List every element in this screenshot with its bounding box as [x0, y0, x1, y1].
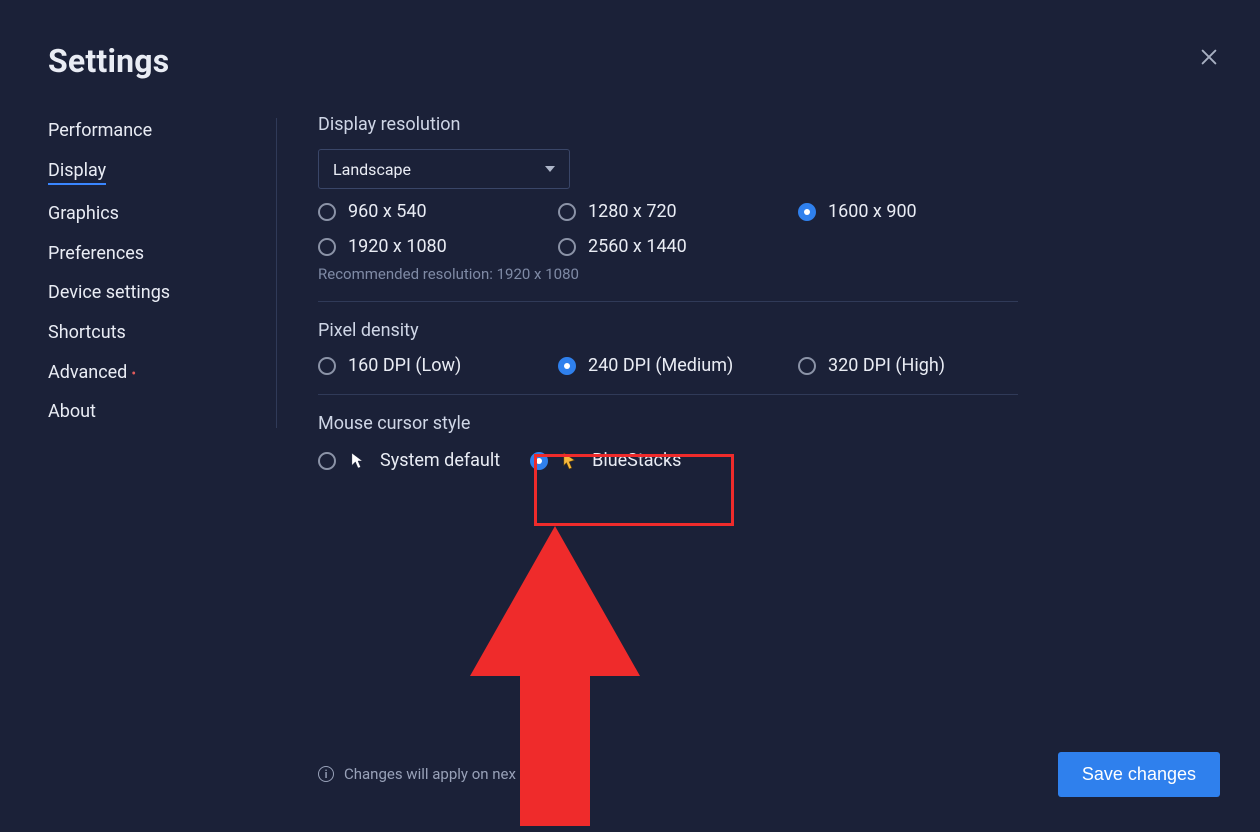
- radio-icon: [318, 203, 336, 221]
- resolution-option-1600x900[interactable]: 1600 x 900: [798, 201, 1018, 222]
- cursor-option-system-default[interactable]: System default: [318, 450, 500, 471]
- white-cursor-icon: [348, 451, 368, 471]
- dpi-option-high[interactable]: 320 DPI (High): [798, 355, 1018, 376]
- sidebar-item-graphics[interactable]: Graphics: [48, 203, 119, 225]
- gold-cursor-icon: [560, 451, 580, 471]
- dpi-option-low[interactable]: 160 DPI (Low): [318, 355, 538, 376]
- display-resolution-section: Display resolution Landscape 960 x 540 1…: [318, 114, 1018, 301]
- orientation-value: Landscape: [333, 160, 411, 179]
- settings-main: Display resolution Landscape 960 x 540 1…: [318, 114, 1018, 489]
- radio-label: 1600 x 900: [828, 201, 917, 222]
- radio-icon: [798, 357, 816, 375]
- section-title-resolution: Display resolution: [318, 114, 1018, 135]
- sidebar-item-shortcuts[interactable]: Shortcuts: [48, 322, 126, 344]
- section-title-cursor: Mouse cursor style: [318, 413, 1018, 434]
- page-title: Settings: [48, 42, 169, 80]
- cursor-option-bluestacks[interactable]: BlueStacks: [530, 450, 681, 471]
- radio-label: BlueStacks: [592, 450, 681, 471]
- sidebar-item-advanced[interactable]: Advanced•: [48, 362, 136, 384]
- radio-icon: [318, 357, 336, 375]
- save-button[interactable]: Save changes: [1058, 752, 1220, 797]
- radio-label: 320 DPI (High): [828, 355, 945, 376]
- radio-label: 1920 x 1080: [348, 236, 447, 257]
- resolution-option-2560x1440[interactable]: 2560 x 1440: [558, 236, 778, 257]
- sidebar-item-device-settings[interactable]: Device settings: [48, 282, 170, 304]
- radio-icon: [558, 203, 576, 221]
- sidebar-item-performance[interactable]: Performance: [48, 120, 152, 142]
- radio-label: 2560 x 1440: [588, 236, 687, 257]
- recommended-note: Recommended resolution: 1920 x 1080: [318, 265, 1018, 283]
- cursor-style-section: Mouse cursor style System default BlueSt…: [318, 394, 1018, 489]
- info-icon: i: [318, 766, 334, 782]
- close-icon: [1198, 46, 1220, 68]
- chevron-down-icon: [545, 166, 555, 172]
- radio-label: System default: [380, 450, 500, 471]
- dpi-options: 160 DPI (Low) 240 DPI (Medium) 320 DPI (…: [318, 355, 1018, 376]
- sidebar-item-about[interactable]: About: [48, 401, 96, 423]
- radio-label: 160 DPI (Low): [348, 355, 461, 376]
- radio-icon: [318, 452, 336, 470]
- apply-info-text: Changes will apply on nex: [344, 765, 516, 783]
- resolution-option-1280x720[interactable]: 1280 x 720: [558, 201, 778, 222]
- resolution-option-1920x1080[interactable]: 1920 x 1080: [318, 236, 538, 257]
- notice-dot-icon: •: [131, 366, 136, 382]
- radio-label: 240 DPI (Medium): [588, 355, 733, 376]
- pixel-density-section: Pixel density 160 DPI (Low) 240 DPI (Med…: [318, 301, 1018, 394]
- radio-icon: [318, 238, 336, 256]
- radio-icon: [558, 357, 576, 375]
- apply-info: i Changes will apply on nex: [318, 765, 516, 783]
- radio-icon: [558, 238, 576, 256]
- settings-footer: i Changes will apply on nex Save changes: [318, 746, 1220, 802]
- dpi-option-medium[interactable]: 240 DPI (Medium): [558, 355, 778, 376]
- orientation-select[interactable]: Landscape: [318, 149, 570, 189]
- cursor-options: System default BlueStacks: [318, 450, 1018, 471]
- sidebar-item-label: Advanced: [48, 362, 127, 383]
- close-button[interactable]: [1198, 46, 1220, 68]
- radio-icon: [530, 452, 548, 470]
- sidebar-item-preferences[interactable]: Preferences: [48, 243, 144, 265]
- sidebar-item-display[interactable]: Display: [48, 160, 106, 186]
- sidebar-divider: [276, 118, 277, 428]
- radio-label: 1280 x 720: [588, 201, 677, 222]
- resolution-options: 960 x 540 1280 x 720 1600 x 900 1920 x 1…: [318, 201, 1018, 257]
- section-title-dpi: Pixel density: [318, 320, 1018, 341]
- resolution-option-960x540[interactable]: 960 x 540: [318, 201, 538, 222]
- settings-sidebar: Performance Display Graphics Preferences…: [48, 120, 278, 441]
- radio-icon: [798, 203, 816, 221]
- radio-label: 960 x 540: [348, 201, 427, 222]
